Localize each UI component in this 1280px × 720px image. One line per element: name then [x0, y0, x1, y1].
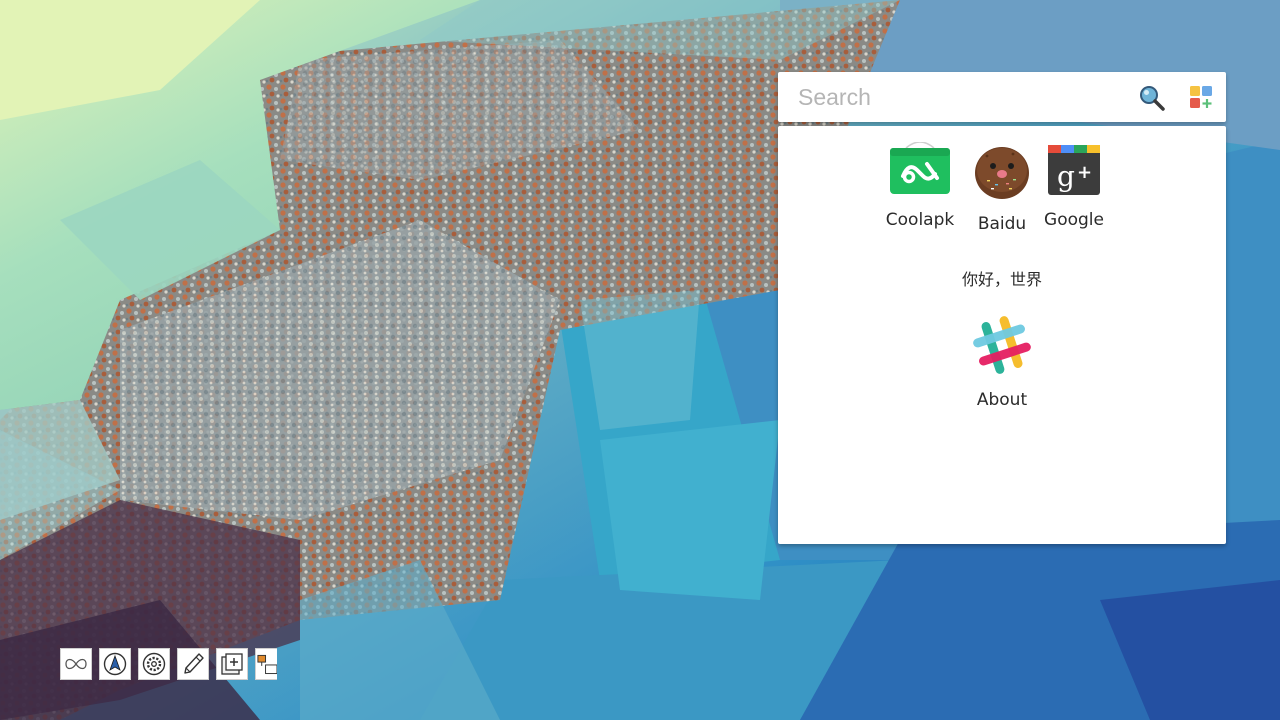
app-label: Baidu	[977, 214, 1027, 234]
slack-hash-icon	[973, 316, 1031, 374]
taskbar-button-pencil[interactable]	[177, 648, 209, 680]
taskbar-button-infinity[interactable]	[60, 648, 92, 680]
coolapk-icon	[890, 142, 950, 194]
app-baidu[interactable]: Baidu	[962, 142, 1042, 234]
taskbar-button-add-window[interactable]	[216, 648, 248, 680]
google-plus-icon: g +	[1048, 145, 1100, 195]
add-widget-button[interactable]	[1188, 84, 1214, 110]
app-google[interactable]: g + Google	[1034, 142, 1114, 230]
taskbar-button-navigation[interactable]	[99, 648, 131, 680]
settings-gear-icon	[142, 652, 166, 676]
svg-text:g: g	[1057, 160, 1075, 193]
app-label: About	[976, 390, 1028, 410]
taskbar	[60, 648, 277, 680]
baidu-bean-icon	[975, 147, 1029, 199]
svg-text:+: +	[1077, 162, 1092, 183]
greeting-text: 你好，世界	[961, 270, 1042, 289]
pencil-icon	[184, 653, 204, 674]
navigation-icon	[103, 652, 127, 676]
desktop-widget-icon	[257, 654, 277, 675]
app-coolapk[interactable]: Coolapk	[880, 142, 960, 230]
taskbar-button-desktop-widget[interactable]	[255, 648, 277, 680]
search-input[interactable]	[788, 78, 1148, 116]
app-label: Google	[1044, 210, 1104, 230]
launcher-panel: Coolapk Baidu g + Google 你好，世界 About	[778, 126, 1226, 544]
magnifier-icon	[1140, 86, 1165, 111]
app-about[interactable]: About	[962, 314, 1042, 410]
add-window-icon	[221, 653, 243, 675]
app-label: Coolapk	[885, 210, 955, 230]
search-button[interactable]	[1138, 84, 1166, 112]
add-widget-icon	[1190, 86, 1212, 108]
taskbar-button-settings[interactable]	[138, 648, 170, 680]
infinity-icon	[65, 658, 87, 670]
